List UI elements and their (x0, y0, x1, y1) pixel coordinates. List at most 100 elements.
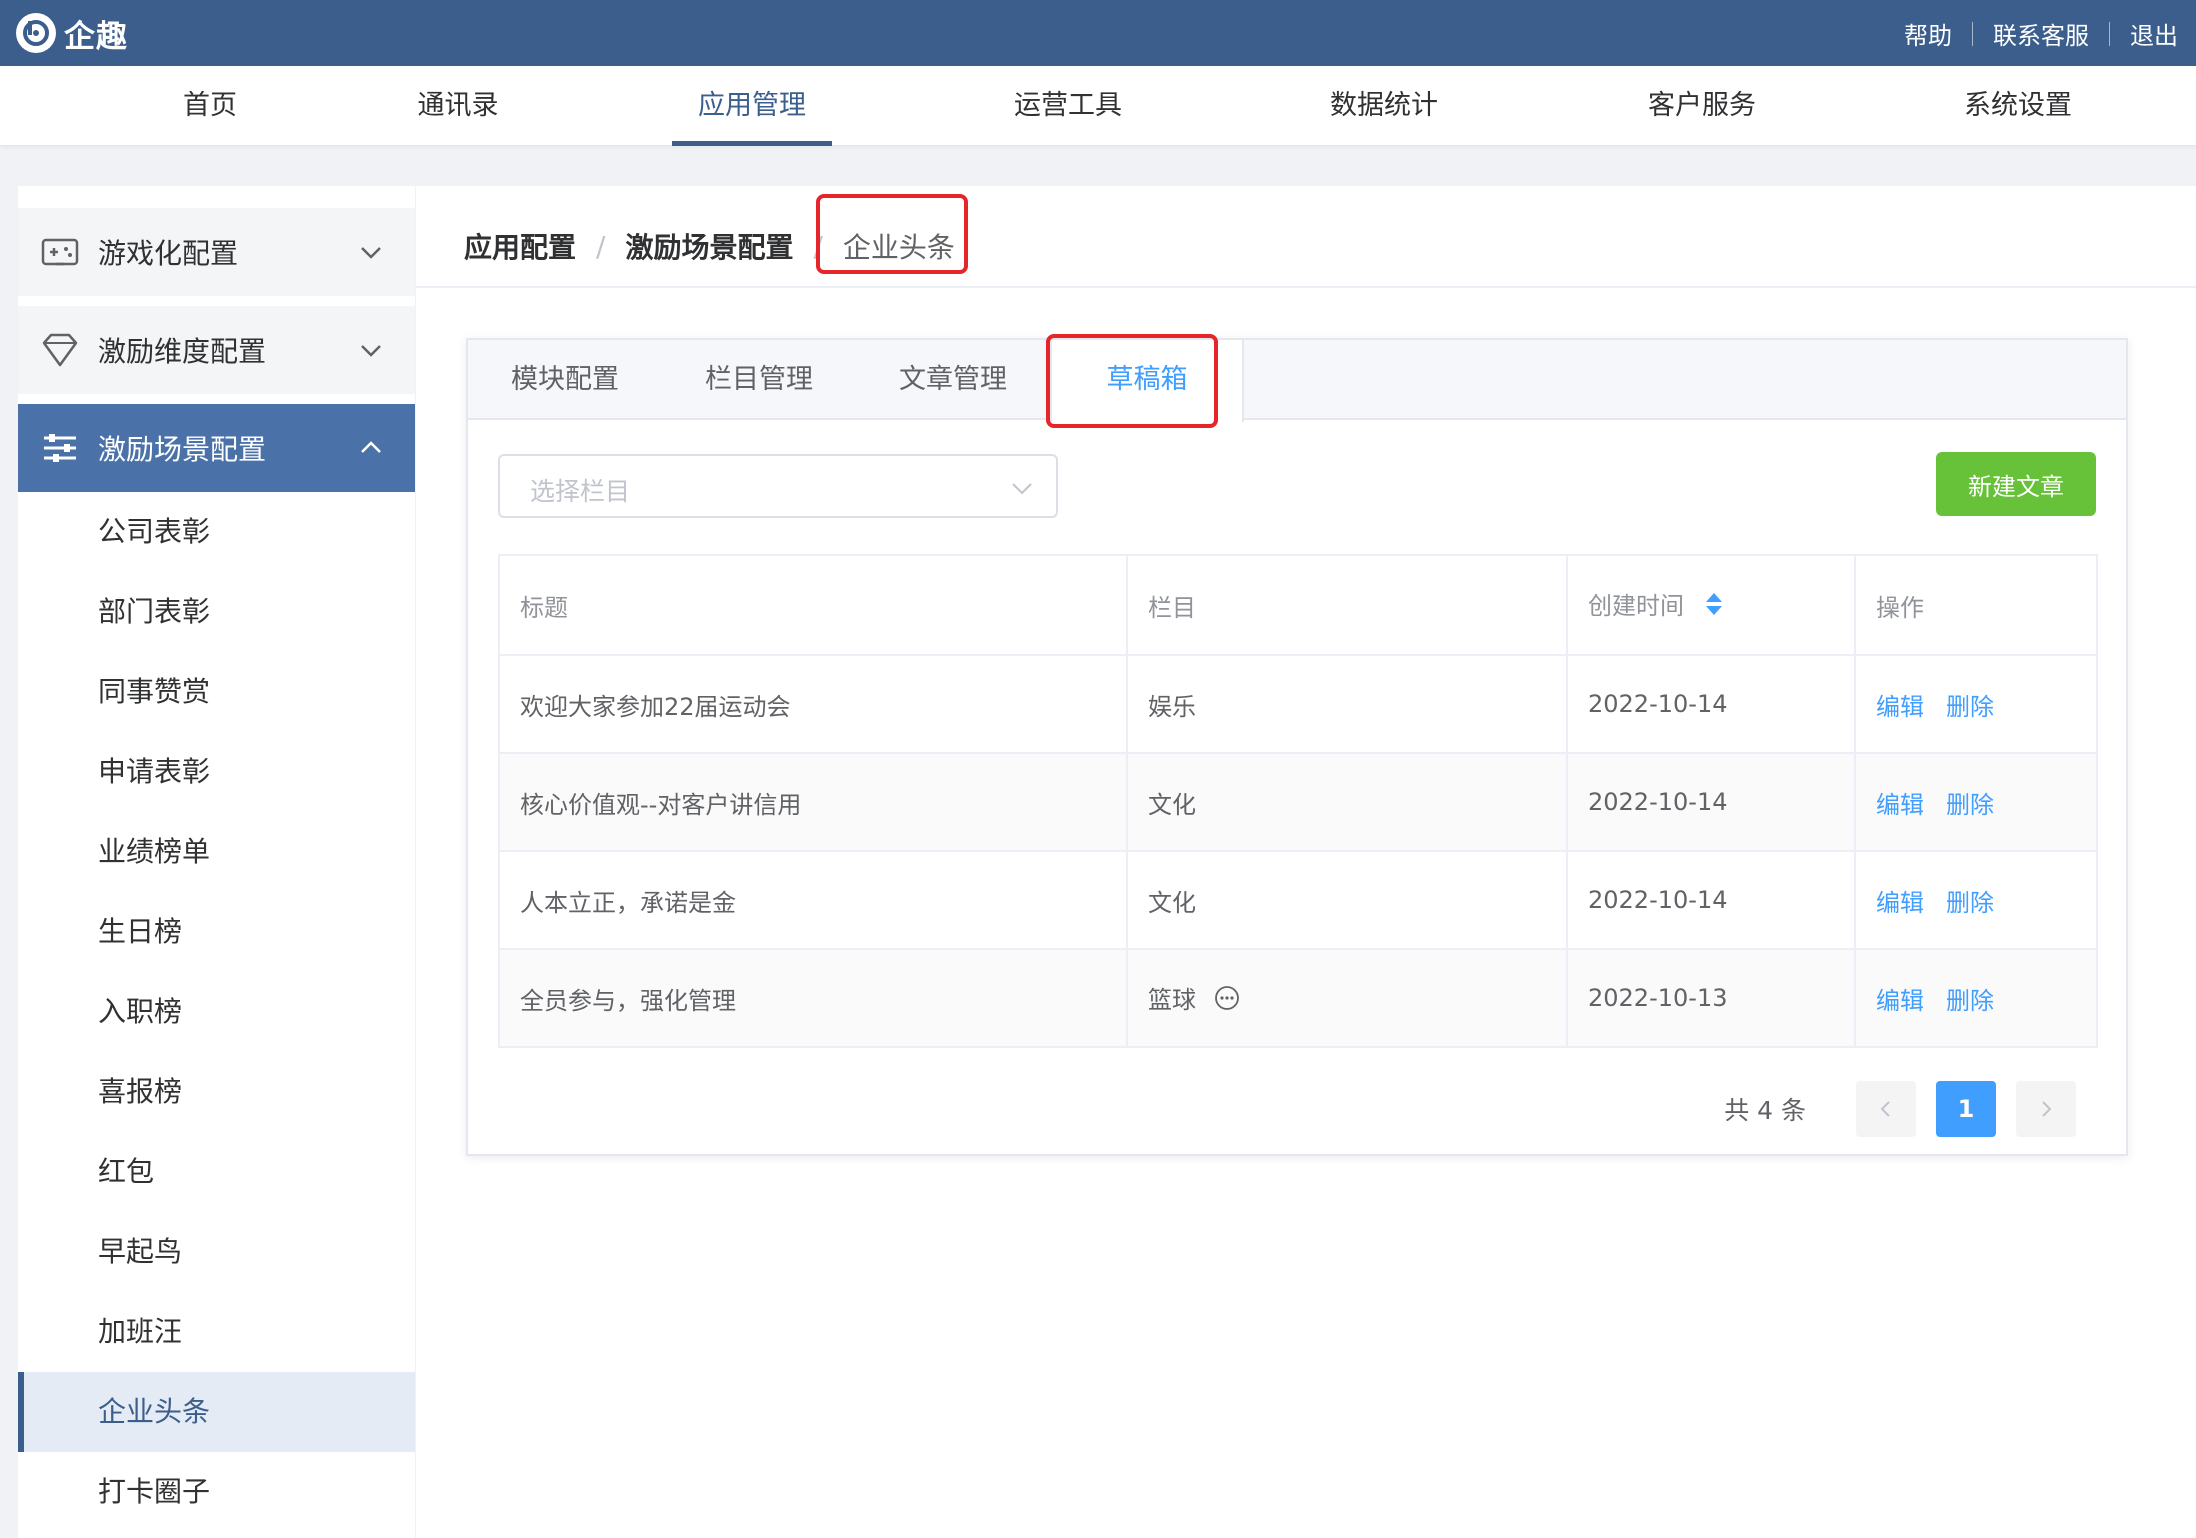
delete-link[interactable]: 删除 (1946, 889, 1994, 917)
cell-column-label: 篮球 (1148, 985, 1196, 1014)
sidebar-item-enterprise-headlines[interactable]: 企业头条 (18, 1372, 415, 1452)
brand-name: 企趣 (64, 18, 128, 55)
sidebar-item-good-news-ranking[interactable]: 喜报榜 (18, 1052, 415, 1132)
next-page-button[interactable] (2016, 1081, 2076, 1137)
logout-link[interactable]: 退出 (2130, 16, 2178, 51)
sidebar-item-checkin-circle[interactable]: 打卡圈子 (18, 1452, 415, 1532)
sidebar-group-incentive-dimension[interactable]: 激励维度配置 (18, 306, 415, 394)
brand-logo-icon (16, 13, 56, 53)
nav-customer-service[interactable]: 客户服务 (1640, 66, 1764, 146)
tab-module-config[interactable]: 模块配置 (468, 340, 662, 420)
tab-card: 模块配置 栏目管理 文章管理 草稿箱 选择栏目 新建文章 标题 栏目 创建时间 … (466, 334, 2128, 1156)
cell-title: 欢迎大家参加22届运动会 (498, 654, 1128, 754)
tab-article-management[interactable]: 文章管理 (856, 340, 1050, 420)
sidebar-item-department-commendation[interactable]: 部门表彰 (18, 572, 415, 652)
cell-title: 人本立正，承诺是金 (498, 850, 1128, 950)
sidebar-item-early-bird[interactable]: 早起鸟 (18, 1212, 415, 1292)
tab-column-management[interactable]: 栏目管理 (662, 340, 856, 420)
gamepad-icon (40, 232, 80, 272)
sidebar-group-label: 游戏化配置 (98, 237, 239, 270)
sidebar-item-peer-appreciation[interactable]: 同事赞赏 (18, 652, 415, 732)
top-header: 企趣 帮助 联系客服 退出 (0, 0, 2196, 66)
nav-home[interactable]: 首页 (170, 66, 250, 146)
diamond-icon (40, 330, 80, 370)
cell-created: 2022-10-14 (1566, 850, 1856, 950)
cell-title: 核心价值观--对客户讲信用 (498, 752, 1128, 852)
chevron-down-icon (1010, 476, 1034, 500)
main-nav: 首页 通讯录 应用管理 运营工具 数据统计 客户服务 系统设置 (0, 66, 2196, 146)
page-number-button[interactable]: 1 (1936, 1081, 1996, 1137)
divider (416, 286, 2196, 288)
cell-title: 全员参与，强化管理 (498, 948, 1128, 1048)
sidebar-item-birthday-ranking[interactable]: 生日榜 (18, 892, 415, 972)
chevron-left-icon (1880, 1101, 1890, 1117)
tab-bar: 模块配置 栏目管理 文章管理 草稿箱 (468, 340, 2126, 422)
cell-column: 娱乐 (1126, 654, 1568, 754)
column-header-title: 标题 (498, 554, 1128, 656)
cell-created: 2022-10-14 (1566, 752, 1856, 852)
prev-page-button[interactable] (1856, 1081, 1916, 1137)
cell-actions: 编辑 删除 (1854, 850, 2098, 950)
cell-created: 2022-10-14 (1566, 654, 1856, 754)
highlight-box (816, 194, 968, 274)
highlight-box (1046, 334, 1218, 428)
table-row: 欢迎大家参加22届运动会 娱乐 2022-10-14 编辑 删除 (498, 654, 2098, 754)
cell-actions: 编辑 删除 (1854, 752, 2098, 852)
chevron-up-icon (357, 434, 385, 462)
nav-data-stats[interactable]: 数据统计 (1322, 66, 1446, 146)
edit-link[interactable]: 编辑 (1876, 791, 1924, 819)
sidebar-item-company-commendation[interactable]: 公司表彰 (18, 492, 415, 572)
sidebar-group-gamification[interactable]: 游戏化配置 (18, 208, 415, 296)
help-link[interactable]: 帮助 (1904, 16, 1952, 51)
sidebar-group-label: 激励维度配置 (98, 335, 267, 368)
cell-column: 篮球 (1126, 948, 1568, 1048)
edit-link[interactable]: 编辑 (1876, 889, 1924, 917)
column-header-label: 创建时间 (1588, 592, 1684, 620)
breadcrumb-separator: / (596, 229, 606, 263)
cell-actions: 编辑 删除 (1854, 654, 2098, 754)
delete-link[interactable]: 删除 (1946, 987, 1994, 1015)
table-row: 人本立正，承诺是金 文化 2022-10-14 编辑 删除 (498, 850, 2098, 950)
sidebar: 游戏化配置 激励维度配置 激励场景配置 公司表彰 部门表彰 同事赞赏 申请表彰 … (18, 186, 415, 1538)
table-row: 全员参与，强化管理 篮球 2022-10-13 编辑 删除 (498, 948, 2098, 1048)
contact-support-link[interactable]: 联系客服 (1993, 16, 2089, 51)
column-header-created-time[interactable]: 创建时间 (1566, 554, 1856, 656)
breadcrumb-item-incentive-scenario[interactable]: 激励场景配置 (625, 226, 793, 266)
nav-contacts[interactable]: 通讯录 (414, 66, 502, 146)
cell-created: 2022-10-13 (1566, 948, 1856, 1048)
brand[interactable]: 企趣 (16, 12, 128, 55)
divider (2109, 21, 2110, 46)
nav-system-settings[interactable]: 系统设置 (1956, 66, 2080, 146)
sidebar-group-incentive-scenario[interactable]: 激励场景配置 (18, 404, 415, 492)
column-select[interactable]: 选择栏目 (498, 454, 1058, 518)
nav-app-management[interactable]: 应用管理 (672, 66, 832, 146)
edit-link[interactable]: 编辑 (1876, 693, 1924, 721)
new-article-button[interactable]: 新建文章 (1936, 452, 2096, 516)
sidebar-item-apply-commendation[interactable]: 申请表彰 (18, 732, 415, 812)
cell-column: 文化 (1126, 752, 1568, 852)
delete-link[interactable]: 删除 (1946, 791, 1994, 819)
delete-link[interactable]: 删除 (1946, 693, 1994, 721)
more-icon[interactable] (1214, 985, 1240, 1017)
breadcrumb-item-app-config[interactable]: 应用配置 (464, 226, 576, 266)
sidebar-item-red-packet[interactable]: 红包 (18, 1132, 415, 1212)
column-header-column: 栏目 (1126, 554, 1568, 656)
sidebar-item-overtime[interactable]: 加班汪 (18, 1292, 415, 1372)
sidebar-group-label: 激励场景配置 (98, 433, 267, 466)
divider (1972, 21, 1973, 46)
top-links: 帮助 联系客服 退出 (1904, 16, 2178, 51)
table-header-row: 标题 栏目 创建时间 操作 (498, 554, 2098, 656)
drafts-table: 标题 栏目 创建时间 操作 欢迎大家参加22届运动会 娱乐 2022-10-14… (498, 554, 2098, 1048)
nav-ops-tools[interactable]: 运营工具 (1006, 66, 1130, 146)
sort-icon[interactable] (1704, 590, 1724, 624)
pagination-total: 共 4 条 (1724, 1096, 1806, 1125)
column-header-actions: 操作 (1854, 554, 2098, 656)
chevron-right-icon (2042, 1101, 2052, 1117)
sidebar-item-onboarding-ranking[interactable]: 入职榜 (18, 972, 415, 1052)
sidebar-item-performance-ranking[interactable]: 业绩榜单 (18, 812, 415, 892)
cell-column: 文化 (1126, 850, 1568, 950)
select-placeholder: 选择栏目 (530, 477, 631, 506)
edit-link[interactable]: 编辑 (1876, 987, 1924, 1015)
content-panel: 应用配置 / 激励场景配置 / 企业头条 模块配置 栏目管理 文章管理 草稿箱 … (416, 186, 2196, 1538)
chevron-down-icon (357, 336, 385, 364)
